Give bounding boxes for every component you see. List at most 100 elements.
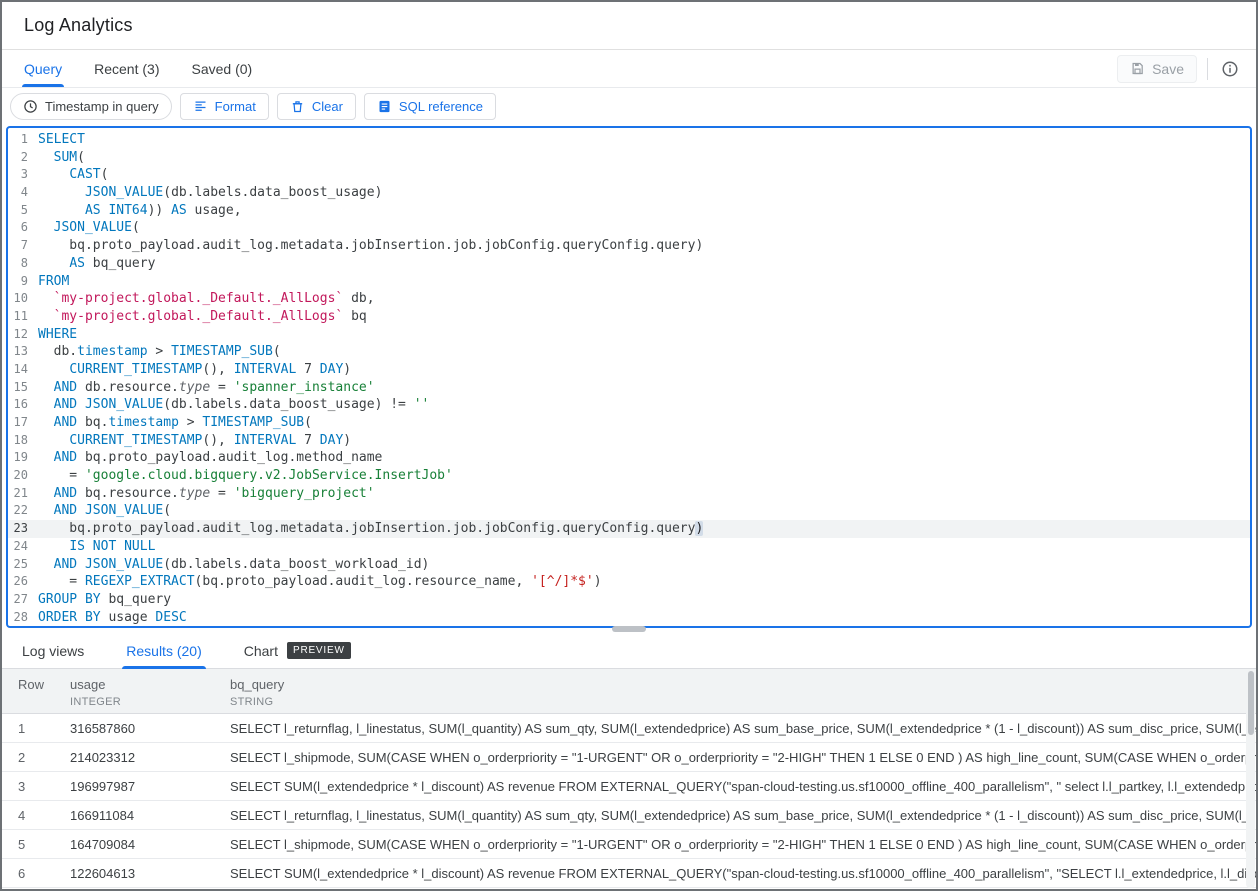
code-line[interactable]: 19 AND bq.proto_payload.audit_log.method… — [8, 449, 1250, 467]
column-usage-name: usage — [70, 677, 230, 692]
cell-row-number: 2 — [2, 750, 70, 765]
results-body: 1316587860SELECT l_returnflag, l_linesta… — [2, 714, 1256, 888]
timestamp-in-query-chip[interactable]: Timestamp in query — [10, 93, 172, 120]
line-number: 20 — [8, 467, 38, 485]
clear-button[interactable]: Clear — [277, 93, 356, 120]
line-number: 13 — [8, 343, 38, 361]
code-line[interactable]: 3 CAST( — [8, 166, 1250, 184]
format-button[interactable]: Format — [180, 93, 269, 120]
code-line[interactable]: 9FROM — [8, 273, 1250, 291]
code-line[interactable]: 7 bq.proto_payload.audit_log.metadata.jo… — [8, 237, 1250, 255]
tab-log-views[interactable]: Log views — [18, 633, 88, 669]
column-header-usage[interactable]: usage INTEGER — [70, 677, 230, 713]
cell-bq-query: SELECT l_shipmode, SUM(CASE WHEN o_order… — [230, 837, 1256, 852]
cell-bq-query: SELECT l_returnflag, l_linestatus, SUM(l… — [230, 721, 1256, 736]
info-icon[interactable] — [1218, 57, 1242, 81]
code-line[interactable]: 11 `my-project.global._Default._AllLogs`… — [8, 308, 1250, 326]
save-button[interactable]: Save — [1117, 55, 1197, 83]
code-line[interactable]: 1SELECT — [8, 131, 1250, 149]
line-number: 8 — [8, 255, 38, 273]
tab-chart[interactable]: Chart PREVIEW — [240, 633, 355, 669]
results-tab-bar: Log views Results (20) Chart PREVIEW — [2, 633, 1256, 669]
code-line[interactable]: 8 AS bq_query — [8, 255, 1250, 273]
code-lines: 1SELECT2 SUM(3 CAST(4 JSON_VALUE(db.labe… — [8, 128, 1250, 626]
line-code: AND bq.resource.type = 'bigquery_project… — [38, 485, 375, 503]
line-code: AND bq.timestamp > TIMESTAMP_SUB( — [38, 414, 312, 432]
code-line[interactable]: 24 IS NOT NULL — [8, 538, 1250, 556]
line-code: `my-project.global._Default._AllLogs` bq — [38, 308, 367, 326]
code-line[interactable]: 18 CURRENT_TIMESTAMP(), INTERVAL 7 DAY) — [8, 432, 1250, 450]
line-code: db.timestamp > TIMESTAMP_SUB( — [38, 343, 281, 361]
line-number: 14 — [8, 361, 38, 379]
format-button-label: Format — [215, 99, 256, 114]
cell-usage: 196997987 — [70, 779, 230, 794]
panel-resize-handle[interactable] — [612, 626, 646, 632]
code-line[interactable]: 16 AND JSON_VALUE(db.labels.data_boost_u… — [8, 396, 1250, 414]
table-row[interactable]: 1316587860SELECT l_returnflag, l_linesta… — [2, 714, 1256, 743]
results-scrollbar[interactable] — [1246, 669, 1255, 888]
code-line[interactable]: 15 AND db.resource.type = 'spanner_insta… — [8, 379, 1250, 397]
trash-icon — [290, 99, 305, 114]
code-line[interactable]: 23 bq.proto_payload.audit_log.metadata.j… — [8, 520, 1250, 538]
code-line[interactable]: 5 AS INT64)) AS usage, — [8, 202, 1250, 220]
line-code: CURRENT_TIMESTAMP(), INTERVAL 7 DAY) — [38, 361, 351, 379]
table-row[interactable]: 2214023312SELECT l_shipmode, SUM(CASE WH… — [2, 743, 1256, 772]
code-line[interactable]: 25 AND JSON_VALUE(db.labels.data_boost_w… — [8, 556, 1250, 574]
line-number: 4 — [8, 184, 38, 202]
code-line[interactable]: 21 AND bq.resource.type = 'bigquery_proj… — [8, 485, 1250, 503]
cell-usage: 166911084 — [70, 808, 230, 823]
line-number: 23 — [8, 520, 38, 538]
line-code: bq.proto_payload.audit_log.metadata.jobI… — [38, 520, 703, 538]
line-number: 3 — [8, 166, 38, 184]
code-line[interactable]: 4 JSON_VALUE(db.labels.data_boost_usage) — [8, 184, 1250, 202]
line-number: 17 — [8, 414, 38, 432]
sql-editor[interactable]: 1SELECT2 SUM(3 CAST(4 JSON_VALUE(db.labe… — [6, 126, 1252, 628]
line-number: 21 — [8, 485, 38, 503]
preview-badge: PREVIEW — [287, 642, 351, 659]
code-line[interactable]: 20 = 'google.cloud.bigquery.v2.JobServic… — [8, 467, 1250, 485]
column-header-bq-query[interactable]: bq_query STRING — [230, 677, 1256, 713]
tab-saved[interactable]: Saved (0) — [179, 50, 264, 87]
table-row[interactable]: 5164709084SELECT l_shipmode, SUM(CASE WH… — [2, 830, 1256, 859]
results-scrollbar-thumb[interactable] — [1248, 671, 1254, 735]
code-line[interactable]: 13 db.timestamp > TIMESTAMP_SUB( — [8, 343, 1250, 361]
timestamp-chip-label: Timestamp in query — [45, 99, 159, 114]
code-line[interactable]: 27GROUP BY bq_query — [8, 591, 1250, 609]
code-line[interactable]: 28ORDER BY usage DESC — [8, 609, 1250, 627]
sql-editor-wrap: 1SELECT2 SUM(3 CAST(4 JSON_VALUE(db.labe… — [6, 126, 1252, 628]
tab-recent[interactable]: Recent (3) — [82, 50, 171, 87]
table-row[interactable]: 4166911084SELECT l_returnflag, l_linesta… — [2, 801, 1256, 830]
column-header-row[interactable]: Row — [2, 677, 70, 713]
page-title: Log Analytics — [24, 15, 133, 36]
line-code: GROUP BY bq_query — [38, 591, 171, 609]
line-number: 7 — [8, 237, 38, 255]
tab-query[interactable]: Query — [12, 50, 74, 87]
cell-bq-query: SELECT SUM(l_extendedprice * l_discount)… — [230, 779, 1256, 794]
results-table-header: Row usage INTEGER bq_query STRING — [2, 669, 1256, 714]
sql-reference-button[interactable]: SQL reference — [364, 93, 496, 120]
code-line[interactable]: 14 CURRENT_TIMESTAMP(), INTERVAL 7 DAY) — [8, 361, 1250, 379]
line-number: 15 — [8, 379, 38, 397]
line-code: AS INT64)) AS usage, — [38, 202, 242, 220]
line-code: SUM( — [38, 149, 85, 167]
line-code: CURRENT_TIMESTAMP(), INTERVAL 7 DAY) — [38, 432, 351, 450]
tab-results[interactable]: Results (20) — [122, 633, 205, 669]
code-line[interactable]: 6 JSON_VALUE( — [8, 219, 1250, 237]
table-row[interactable]: 6122604613SELECT SUM(l_extendedprice * l… — [2, 859, 1256, 888]
code-line[interactable]: 17 AND bq.timestamp > TIMESTAMP_SUB( — [8, 414, 1250, 432]
line-number: 25 — [8, 556, 38, 574]
code-line[interactable]: 22 AND JSON_VALUE( — [8, 502, 1250, 520]
code-line[interactable]: 10 `my-project.global._Default._AllLogs`… — [8, 290, 1250, 308]
cell-row-number: 5 — [2, 837, 70, 852]
line-number: 26 — [8, 573, 38, 591]
code-line[interactable]: 2 SUM( — [8, 149, 1250, 167]
line-code: = 'google.cloud.bigquery.v2.JobService.I… — [38, 467, 453, 485]
line-code: CAST( — [38, 166, 108, 184]
code-line[interactable]: 12WHERE — [8, 326, 1250, 344]
line-code: WHERE — [38, 326, 77, 344]
code-line[interactable]: 26 = REGEXP_EXTRACT(bq.proto_payload.aud… — [8, 573, 1250, 591]
line-code: JSON_VALUE(db.labels.data_boost_usage) — [38, 184, 382, 202]
line-code: AND JSON_VALUE( — [38, 502, 171, 520]
table-row[interactable]: 3196997987SELECT SUM(l_extendedprice * l… — [2, 772, 1256, 801]
line-number: 27 — [8, 591, 38, 609]
